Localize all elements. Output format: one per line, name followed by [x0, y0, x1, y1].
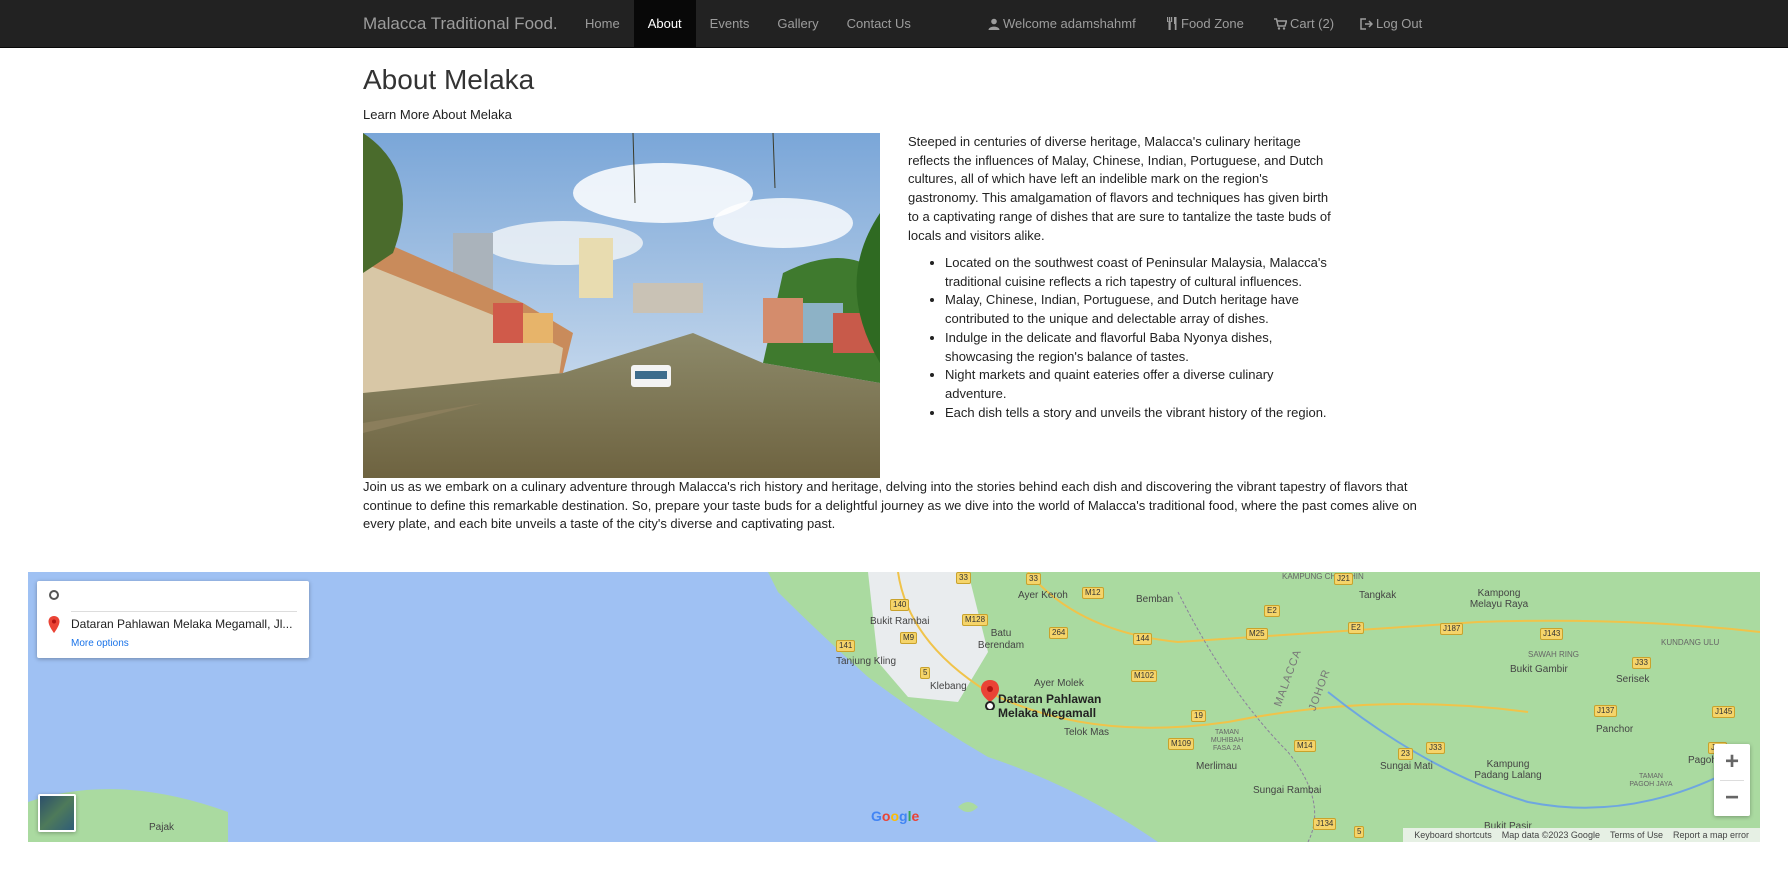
cart-icon [1274, 18, 1288, 30]
embedded-map[interactable]: Ayer Keroh Bemban Tangkak Kampong Melayu… [28, 572, 1760, 842]
food-zone-label: Food Zone [1181, 16, 1244, 31]
destination-text[interactable]: Dataran Pahlawan Melaka Megamall, Jl... [71, 617, 292, 631]
top-navbar: Malacca Traditional Food. Home About Eve… [0, 0, 1788, 48]
list-item: Indulge in the delicate and flavorful Ba… [945, 329, 1338, 366]
cutlery-icon [1167, 17, 1177, 30]
road-shield: 5 [1354, 826, 1365, 838]
nav-logout[interactable]: Log Out [1360, 0, 1422, 48]
nav-welcome[interactable]: Welcome adamshahmf [988, 0, 1136, 48]
keyboard-shortcuts-link[interactable]: Keyboard shortcuts [1414, 830, 1492, 840]
report-error-link[interactable]: Report a map error [1673, 830, 1749, 840]
road-shield: 33 [956, 572, 971, 584]
terms-link[interactable]: Terms of Use [1610, 830, 1663, 840]
road-shield: J143 [1540, 628, 1564, 640]
road-shield: M14 [1294, 740, 1316, 752]
closing-paragraph: Join us as we embark on a culinary adven… [363, 479, 1417, 532]
map-place-label: Bukit Rambai [870, 616, 930, 627]
directions-card: Dataran Pahlawan Melaka Megamall, Jl... … [37, 581, 309, 658]
map-place-label: Sungai Rambai [1253, 785, 1322, 796]
map-place-label: Panchor [1596, 724, 1634, 735]
list-item: Located on the southwest coast of Penins… [945, 254, 1338, 291]
welcome-label: Welcome adamshahmf [1003, 16, 1136, 31]
more-options-link[interactable]: More options [71, 638, 129, 649]
map-place-label: Serisek [1616, 674, 1650, 685]
map-place-label: Kampung Padang Lalang [1474, 759, 1542, 781]
road-shield: M109 [1168, 738, 1195, 750]
google-logo: Google [871, 808, 920, 824]
zoom-in-button[interactable]: + [1714, 744, 1750, 780]
nav-food-zone[interactable]: Food Zone [1166, 0, 1244, 48]
road-shield: E2 [1264, 605, 1280, 617]
logout-label: Log Out [1376, 16, 1423, 31]
list-item: Each dish tells a story and unveils the … [945, 404, 1338, 423]
road-shield: 141 [836, 640, 856, 652]
road-shield: J187 [1440, 623, 1464, 635]
page-subtitle: Learn More About Melaka [363, 107, 512, 122]
map-place-label: Bukit Gambir [1510, 664, 1568, 675]
map-place-label: Sungai Mati [1380, 761, 1433, 772]
user-icon [988, 18, 1000, 30]
marker-label: Dataran Pahlawan [998, 692, 1102, 706]
road-shield: E2 [1348, 622, 1364, 634]
road-shield: M9 [900, 632, 918, 644]
map-place-label: Ayer Keroh [1018, 590, 1068, 601]
road-shield: M128 [962, 614, 989, 626]
road-shield: J145 [1712, 706, 1736, 718]
highlights-list: Located on the southwest coast of Penins… [908, 254, 1338, 422]
road-shield: J33 [1426, 742, 1445, 754]
road-shield: J137 [1594, 705, 1618, 717]
road-shield: 33 [1026, 573, 1041, 585]
map-place-label: Tanjung Kling [836, 656, 897, 667]
destination-marker-icon[interactable] [980, 680, 1000, 710]
road-shield: 140 [890, 599, 910, 611]
satellite-toggle-button[interactable] [38, 794, 76, 832]
road-shield: J21 [1334, 573, 1353, 585]
list-item: Malay, Chinese, Indian, Portuguese, and … [945, 291, 1338, 328]
origin-dot-icon [49, 590, 59, 600]
page-title: About Melaka [363, 64, 535, 95]
road-shield: 5 [920, 667, 931, 679]
logout-icon [1360, 18, 1374, 30]
map-place-label: TAMAN PAGOH JAYA [1629, 773, 1673, 788]
road-shield: M12 [1082, 587, 1104, 599]
map-attribution-bar: Keyboard shortcuts Map data ©2023 Google… [1403, 828, 1760, 842]
nav-cart[interactable]: Cart (2) [1274, 0, 1334, 48]
marker-label: Melaka Megamall [998, 706, 1097, 720]
map-place-label: TAMAN MUHIBAH FASA 2A [1210, 729, 1244, 752]
road-shield: 19 [1191, 710, 1206, 722]
road-shield: 264 [1049, 627, 1069, 639]
map-place-label: Merlimau [1196, 761, 1238, 772]
map-place-label: Tangkak [1359, 590, 1397, 601]
zoom-out-button[interactable]: − [1714, 780, 1750, 816]
map-place-label: Bemban [1136, 594, 1174, 605]
map-place-label: Klebang [930, 681, 967, 692]
zoom-controls: + − [1714, 744, 1750, 816]
road-shield: J33 [1632, 657, 1651, 669]
road-shield: 144 [1133, 633, 1153, 645]
map-data-text: Map data ©2023 Google [1501, 830, 1600, 840]
map-place-label: Pagoh [1688, 755, 1717, 766]
map-place-label: SAWAH RING [1528, 650, 1579, 659]
road-shield: 23 [1398, 748, 1413, 760]
map-place-label: KUNDANG ULU [1661, 638, 1720, 647]
map-place-label: Pajak [149, 822, 175, 833]
road-shield: M25 [1246, 628, 1268, 640]
map-place-label: Kampong Melayu Raya [1469, 588, 1529, 610]
melaka-river-photo [363, 133, 880, 478]
map-place-label: Ayer Molek [1034, 678, 1084, 689]
list-item: Night markets and quaint eateries offer … [945, 366, 1338, 403]
map-place-label: Telok Mas [1064, 727, 1110, 738]
destination-pin-icon [48, 616, 60, 633]
map-place-label: Batu Berendam [977, 628, 1025, 651]
road-shield: M102 [1131, 670, 1158, 682]
road-shield: J134 [1313, 818, 1337, 830]
user-nav: Welcome adamshahmf Food Zone Cart (2) Lo… [0, 0, 1788, 48]
intro-paragraph: Steeped in centuries of diverse heritage… [908, 134, 1331, 243]
cart-label: Cart (2) [1290, 16, 1335, 31]
